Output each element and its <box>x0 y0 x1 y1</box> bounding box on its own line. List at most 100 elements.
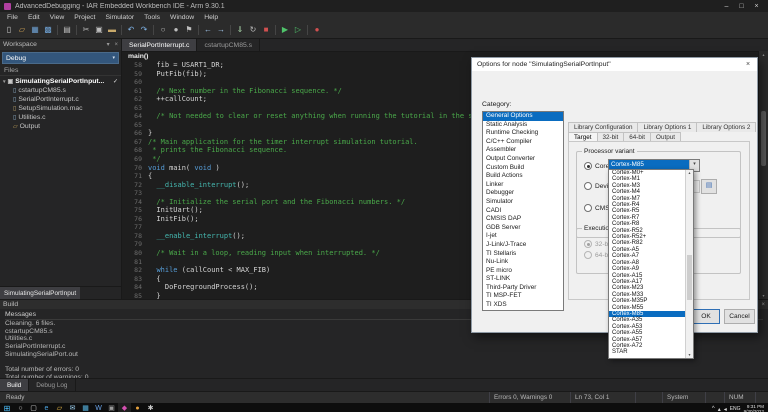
scroll-down-icon[interactable]: ▼ <box>686 352 693 358</box>
menu-item-help[interactable]: Help <box>199 14 223 21</box>
stop-build-icon[interactable]: ■ <box>260 24 272 36</box>
taskbar-search-icon[interactable]: ○ <box>14 403 27 412</box>
build-configuration-selector[interactable]: Debug ▾ <box>2 52 119 64</box>
bookmark-icon[interactable]: ⚑ <box>183 24 195 36</box>
maximize-button[interactable]: □ <box>734 3 749 10</box>
dropdown-scrollbar[interactable]: ▲ ▼ <box>685 170 693 358</box>
scrollbar-thumb[interactable] <box>687 255 692 300</box>
editor-tab[interactable]: cstartupCM85.s <box>197 39 260 51</box>
menu-item-file[interactable]: File <box>2 14 23 21</box>
expander-icon[interactable]: ▾ <box>3 79 6 85</box>
category-item[interactable]: CADI <box>483 207 563 216</box>
taskbar-app-word-icon[interactable]: W <box>92 403 105 412</box>
category-item[interactable]: General Options <box>483 112 563 121</box>
category-item[interactable]: Simulator <box>483 198 563 207</box>
compile-icon[interactable]: ↻ <box>247 24 259 36</box>
taskbar-app-store-icon[interactable]: ▦ <box>79 403 92 412</box>
category-item[interactable]: TI XDS <box>483 301 563 310</box>
tray-network-icon[interactable]: ▴ <box>718 406 721 412</box>
paste-icon[interactable]: ▬ <box>106 24 118 36</box>
taskbar-app-terminal-icon[interactable]: ▣ <box>105 403 118 412</box>
redo-icon[interactable]: ↷ <box>138 24 150 36</box>
tray-chevron-icon[interactable]: ^ <box>712 406 715 412</box>
category-item[interactable]: Build Actions <box>483 172 563 181</box>
core-radio[interactable] <box>584 162 592 170</box>
workspace-close-icon[interactable]: × <box>114 42 118 48</box>
minimize-button[interactable]: – <box>719 3 734 10</box>
category-item[interactable]: C/C++ Compiler <box>483 138 563 147</box>
tray-volume-icon[interactable]: ◂ <box>724 406 727 412</box>
tree-item[interactable]: ▯Utilities.c <box>0 113 121 122</box>
category-item[interactable]: Third-Party Driver <box>483 284 563 293</box>
category-item[interactable]: J-Link/J-Trace <box>483 241 563 250</box>
device-radio[interactable] <box>584 182 592 190</box>
navigate-back-icon[interactable]: ← <box>202 24 214 36</box>
category-item[interactable]: Assembler <box>483 146 563 155</box>
core-radio-row[interactable]: Core <box>584 162 609 170</box>
taskbar-app-edge-icon[interactable]: e <box>40 403 53 412</box>
taskbar-app-browser-icon[interactable]: ● <box>131 403 144 412</box>
category-item[interactable]: Linker <box>483 181 563 190</box>
taskbar-app-settings-icon[interactable]: ✱ <box>144 403 157 412</box>
undo-icon[interactable]: ↶ <box>125 24 137 36</box>
editor-scrollbar[interactable]: ▴ ▾ <box>758 51 768 299</box>
menu-item-view[interactable]: View <box>45 14 70 21</box>
start-button[interactable]: ⊞ <box>0 403 14 412</box>
core-option[interactable]: STAR <box>609 349 686 355</box>
ok-button[interactable]: OK <box>692 309 720 324</box>
category-item[interactable]: Custom Build <box>483 164 563 173</box>
cancel-button[interactable]: Cancel <box>724 309 755 324</box>
open-file-icon[interactable]: ▱ <box>16 24 28 36</box>
close-button[interactable]: × <box>749 3 764 10</box>
editor-tab[interactable]: SerialPortInterrupt.c <box>122 39 197 51</box>
copy-icon[interactable]: ▣ <box>93 24 105 36</box>
category-item[interactable]: Output Converter <box>483 155 563 164</box>
menu-item-tools[interactable]: Tools <box>139 14 165 21</box>
category-item[interactable]: ST-LINK <box>483 275 563 284</box>
dialog-tab[interactable]: Library Configuration <box>568 122 638 132</box>
menu-item-simulator[interactable]: Simulator <box>100 14 139 21</box>
new-file-icon[interactable]: ▯ <box>3 24 15 36</box>
build-tab[interactable]: Build <box>0 379 29 391</box>
save-icon[interactable]: ▦ <box>29 24 41 36</box>
taskbar-app-iar-icon[interactable]: ◆ <box>118 403 131 412</box>
category-item[interactable]: TI MSP-FET <box>483 292 563 301</box>
make-icon[interactable]: ⇓ <box>234 24 246 36</box>
workspace-menu-icon[interactable]: ▾ <box>107 42 110 48</box>
find-icon[interactable]: ○ <box>157 24 169 36</box>
category-item[interactable]: CMSIS DAP <box>483 215 563 224</box>
tree-item[interactable]: ▾▣SimulatingSerialPortInput...✓ <box>0 77 121 86</box>
dialog-close-icon[interactable]: × <box>739 61 757 68</box>
category-item[interactable]: TI Stellaris <box>483 250 563 259</box>
tree-item[interactable]: ▯cstartupCM85.s <box>0 86 121 95</box>
debug-without-downloading-icon[interactable]: ▷ <box>292 24 304 36</box>
scroll-up-icon[interactable]: ▲ <box>686 170 693 176</box>
dialog-tab[interactable]: Library Options 2 <box>696 122 756 132</box>
language-indicator[interactable]: ENG <box>730 406 741 412</box>
toggle-breakpoint-icon[interactable]: ● <box>311 24 323 36</box>
device-browse-button[interactable]: ▤ <box>701 179 717 194</box>
cmsis-pack-radio[interactable] <box>584 204 592 212</box>
tree-item[interactable]: ▯SetupSimulation.mac <box>0 104 121 113</box>
taskbar-app-explorer-icon[interactable]: ▱ <box>53 403 66 412</box>
menu-item-edit[interactable]: Edit <box>23 14 45 21</box>
menu-item-project[interactable]: Project <box>69 14 100 21</box>
category-item[interactable]: Nu-Link <box>483 258 563 267</box>
category-item[interactable]: I-jet <box>483 232 563 241</box>
menu-item-window[interactable]: Window <box>165 14 199 21</box>
dialog-tab[interactable]: Library Options 1 <box>637 122 697 132</box>
taskbar-app-mail-icon[interactable]: ✉ <box>66 403 79 412</box>
taskbar-clock[interactable]: 9:31 PM 9/30/2022 <box>744 404 764 412</box>
taskbar-task-view-icon[interactable]: ▢ <box>27 403 40 412</box>
execution-64bit-radio[interactable] <box>584 251 592 259</box>
scroll-up-icon[interactable]: ▴ <box>759 51 768 58</box>
category-item[interactable]: Runtime Checking <box>483 129 563 138</box>
print-icon[interactable]: ▤ <box>61 24 73 36</box>
workspace-tab[interactable]: SimulatingSerialPortInput <box>0 287 80 299</box>
execution-32bit-radio[interactable] <box>584 240 592 248</box>
scroll-down-icon[interactable]: ▾ <box>759 292 768 299</box>
tree-item[interactable]: ▯SerialPortInterrupt.c <box>0 95 121 104</box>
build-tab[interactable]: Debug Log <box>29 379 75 391</box>
build-close-icon[interactable]: × <box>761 302 765 308</box>
navigate-forward-icon[interactable]: → <box>215 24 227 36</box>
